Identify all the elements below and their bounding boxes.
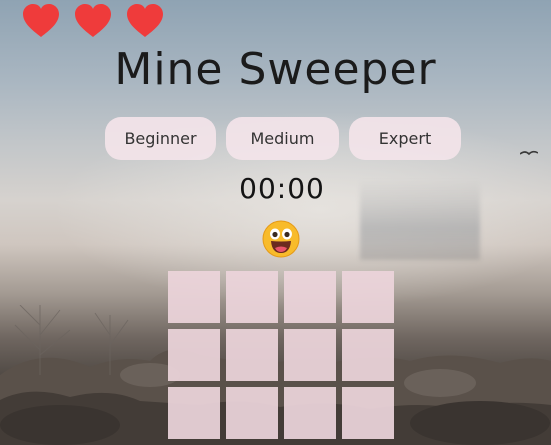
grid-cell[interactable] [284,271,336,323]
grid-cell[interactable] [226,271,278,323]
heart-icon [74,4,112,38]
beginner-button[interactable]: Beginner [105,117,216,160]
grid-cell[interactable] [342,271,394,323]
game-title: Mine Sweeper [114,44,437,95]
grid-cell[interactable] [168,271,220,323]
heart-icon [22,4,60,38]
smiley-face-icon[interactable] [262,220,300,258]
medium-button[interactable]: Medium [226,117,339,160]
grid-cell[interactable] [342,387,394,439]
grid-cell[interactable] [342,329,394,381]
grid-cell[interactable] [284,329,336,381]
grid-cell[interactable] [168,329,220,381]
grid-cell[interactable] [168,387,220,439]
grid-cell[interactable] [226,329,278,381]
bird-icon [520,150,538,156]
heart-icon [126,4,164,38]
grid-cell[interactable] [284,387,336,439]
difficulty-selector: Beginner Medium Expert [105,117,461,160]
expert-button[interactable]: Expert [349,117,461,160]
grid-cell[interactable] [226,387,278,439]
game-timer: 00:00 [239,172,325,205]
lives-indicator [22,4,164,38]
mine-grid [168,271,394,439]
